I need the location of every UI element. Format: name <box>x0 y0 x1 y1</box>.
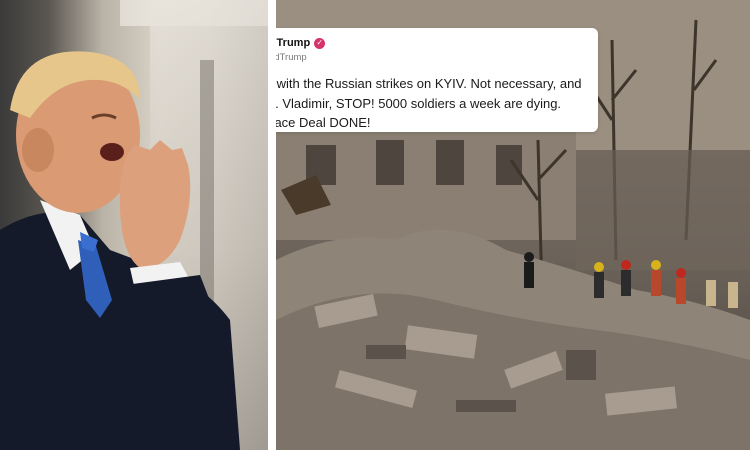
panel-divider <box>268 0 276 450</box>
author-name[interactable]: Donald J. Trump <box>276 37 310 49</box>
tweet-card: Donald J. Trump ✓ @realDonaldTrump I am … <box>276 28 598 132</box>
portrait-figure <box>0 51 240 450</box>
portrait-photo <box>0 0 268 450</box>
author-handle[interactable]: @realDonaldTrump <box>276 52 307 63</box>
rubble-rescue-photo: Donald J. Trump ✓ @realDonaldTrump I am … <box>276 0 750 450</box>
verified-badge-icon: ✓ <box>314 37 326 49</box>
tweet-text: I am not happy with the Russian strikes … <box>276 76 582 130</box>
